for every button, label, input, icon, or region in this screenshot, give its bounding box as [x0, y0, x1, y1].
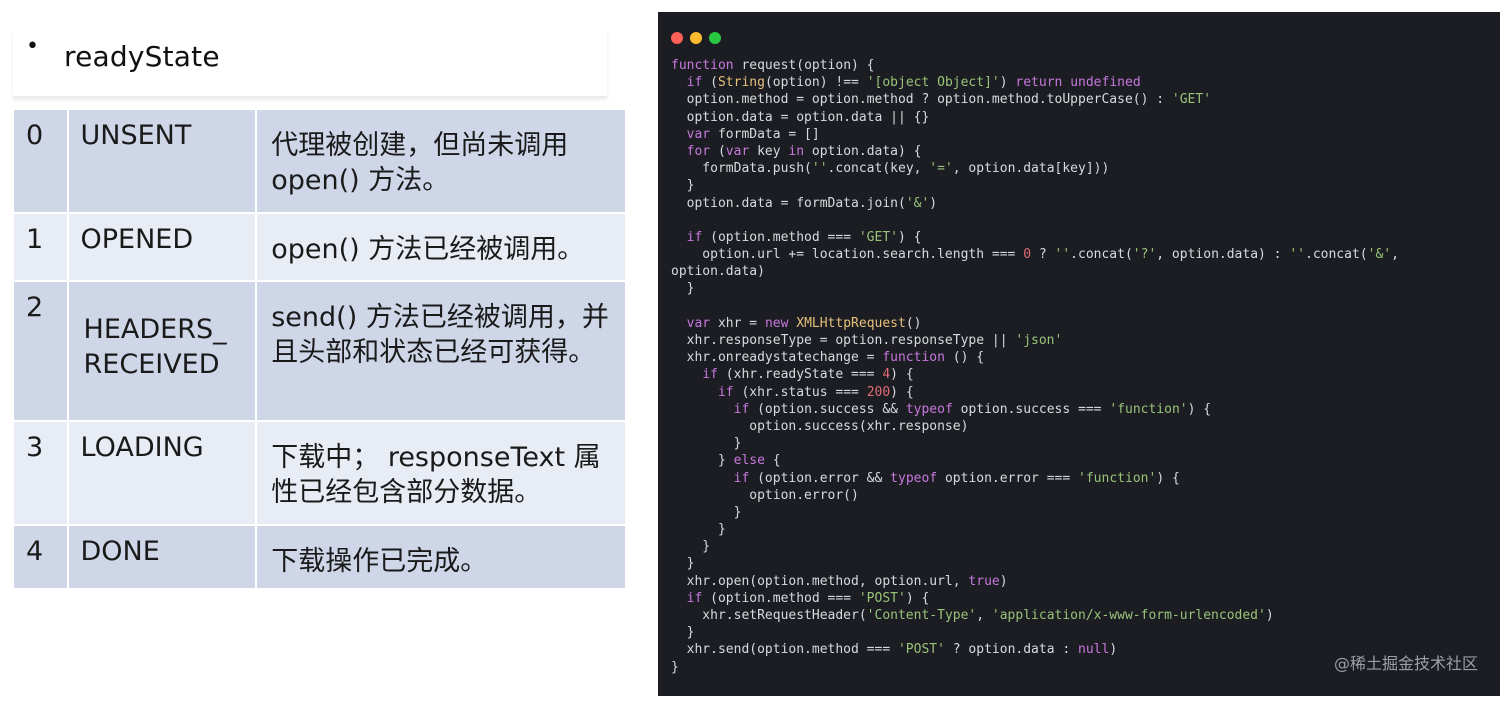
state-name: HEADERS_ RECEIVED — [68, 282, 258, 420]
code-line: xhr.responseType = option.responseType |… — [671, 333, 1063, 348]
code-line: } — [671, 281, 695, 297]
state-number: 2 — [14, 282, 69, 420]
code-line: option.data = option.data || {} — [671, 109, 930, 125]
state-number: 3 — [14, 422, 69, 524]
watermark: @稀土掘金技术社区 — [1333, 654, 1478, 673]
ready-state-table: 0 UNSENT 代理被创建，但尚未调用open() 方法。 1 OPENED … — [14, 108, 625, 590]
code-line: option.url += location.search.length ===… — [671, 247, 1399, 263]
state-description: send() 方法已经被调用，并且头部和状态已经可获得。 — [257, 282, 625, 420]
code-line: function request(option) { — [671, 58, 875, 73]
code-line: option.success(xhr.response) — [671, 418, 969, 434]
code-line: } — [671, 504, 742, 520]
code-line: for (var key in option.data) { — [686, 143, 922, 159]
minimize-dot-icon[interactable] — [690, 32, 702, 44]
state-number: 4 — [14, 526, 69, 588]
code-line: } — [671, 178, 695, 194]
code-line: } — [671, 522, 726, 538]
maximize-dot-icon[interactable] — [709, 32, 721, 44]
code-line: formData.push(''.concat(key, '=', option… — [671, 161, 1110, 177]
slide-heading: readyState — [64, 40, 220, 73]
slide-panel: • readyState 0 UNSENT 代理被创建，但尚未调用open() … — [0, 0, 625, 708]
code-line: xhr.send(option.method === 'POST' ? opti… — [671, 642, 1118, 658]
table-row: 4 DONE 下载操作已完成。 — [14, 526, 625, 588]
table-row: 1 OPENED open() 方法已经被调用。 — [14, 214, 625, 280]
code-line: if (xhr.readyState === 4) { — [702, 367, 914, 383]
state-description: 代理被创建，但尚未调用open() 方法。 — [257, 110, 625, 212]
code-line: } — [671, 659, 679, 675]
state-description: open() 方法已经被调用。 — [257, 214, 625, 280]
code-line: } — [671, 556, 695, 572]
code-line: option.data = formData.join('&') — [671, 195, 938, 211]
code-line: option.method = option.method ? option.m… — [671, 92, 1212, 108]
code-line: xhr.setRequestHeader('Content-Type', 'ap… — [671, 608, 1274, 623]
table-row: 3 LOADING 下载中； responseText 属性已经包含部分数据。 — [14, 422, 625, 524]
code-line: } — [671, 539, 711, 555]
state-number: 0 — [14, 110, 69, 212]
state-name: LOADING — [68, 422, 258, 524]
code-line: if (option.success && typeof option.succ… — [733, 401, 1212, 417]
code-line: if (option.method === 'GET') { — [686, 229, 922, 245]
state-name: UNSENT — [68, 110, 258, 212]
code-line: xhr.onreadystatechange = function () { — [671, 350, 985, 366]
code-line: } — [671, 625, 695, 641]
table-row: 2 HEADERS_ RECEIVED send() 方法已经被调用，并且头部和… — [14, 282, 625, 420]
table-row: 0 UNSENT 代理被创建，但尚未调用open() 方法。 — [14, 110, 625, 212]
state-name: OPENED — [68, 214, 258, 280]
code-line: if (xhr.status === 200) { — [717, 384, 914, 400]
code-block: function request(option) { if (String(op… — [671, 57, 1399, 676]
code-line: var formData = [] — [686, 126, 820, 142]
code-line: xhr.open(option.method, option.url, true… — [671, 573, 1008, 589]
code-line: option.data) — [671, 264, 765, 280]
state-name: DONE — [68, 526, 258, 588]
code-line: if (option.error && typeof option.error … — [733, 470, 1180, 486]
code-line: if (String(option) !== '[object Object]'… — [686, 75, 1141, 91]
code-line: option.error() — [671, 487, 859, 503]
bullet-marker: • — [26, 34, 39, 59]
state-number: 1 — [14, 214, 69, 280]
code-line: if (option.method === 'POST') { — [686, 590, 930, 606]
code-line: var xhr = new XMLHttpRequest() — [686, 315, 922, 331]
code-window: function request(option) { if (String(op… — [658, 12, 1500, 696]
close-dot-icon[interactable] — [671, 32, 683, 44]
code-line: } — [671, 436, 742, 452]
code-line: } else { — [671, 453, 781, 469]
state-description: 下载中； responseText 属性已经包含部分数据。 — [257, 422, 625, 524]
state-description: 下载操作已完成。 — [257, 526, 625, 588]
